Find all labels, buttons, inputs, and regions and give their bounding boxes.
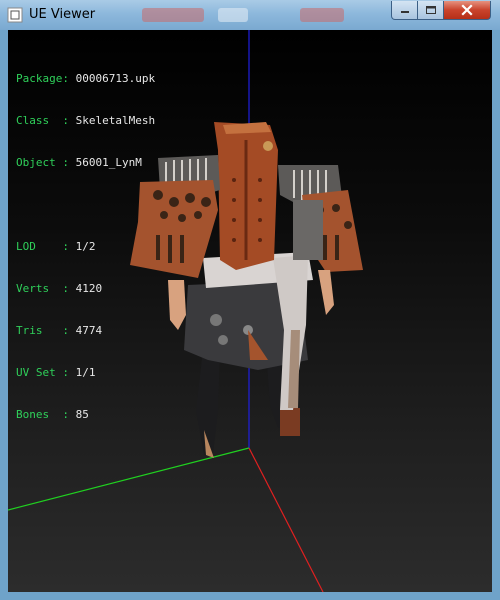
info-label: Bones : xyxy=(16,408,76,421)
info-label: Verts : xyxy=(16,282,76,295)
window-title: UE Viewer xyxy=(29,7,96,22)
info-value: 4120 xyxy=(75,282,103,295)
character-model xyxy=(130,122,363,458)
info-value: SkeletalMesh xyxy=(75,114,156,127)
info-label: Object : xyxy=(16,156,76,169)
title-glow-decoration xyxy=(142,8,204,22)
info-row-class: Class : SkeletalMesh xyxy=(16,114,155,128)
info-row-package: Package: 00006713.upk xyxy=(16,72,155,86)
info-value: 00006713.upk xyxy=(75,72,156,85)
info-value: 1/2 xyxy=(75,240,96,253)
info-row-object: Object : 56001_LynM xyxy=(16,156,155,170)
info-row-lod: LOD : 1/2 xyxy=(16,240,155,254)
info-row-bones: Bones : 85 xyxy=(16,408,155,422)
close-button[interactable] xyxy=(444,1,491,20)
mesh-info-panel: Package: 00006713.upk Class : SkeletalMe… xyxy=(16,44,155,450)
info-value: 85 xyxy=(75,408,89,421)
app-window: UE Viewer Package: 00006713.upk Class: … xyxy=(0,0,500,600)
info-value: 1/1 xyxy=(75,366,96,379)
close-icon xyxy=(461,4,473,16)
info-row-tris: Tris : 4774 xyxy=(16,324,155,338)
info-label: UV Set : xyxy=(16,366,76,379)
info-label: LOD : xyxy=(16,240,76,253)
info-label: Class : xyxy=(16,114,76,127)
info-value: 4774 xyxy=(75,324,103,337)
ue-viewer-icon xyxy=(7,7,23,23)
maximize-button[interactable] xyxy=(418,1,444,20)
info-label: Package: xyxy=(16,72,76,85)
minimize-button[interactable] xyxy=(391,1,418,20)
minimize-icon xyxy=(400,11,409,13)
title-glow-decoration xyxy=(218,8,248,22)
maximize-icon xyxy=(425,6,436,14)
info-row-verts: Verts : 4120 xyxy=(16,282,155,296)
info-label: Tris : xyxy=(16,324,76,337)
info-row-uvset: UV Set : 1/1 xyxy=(16,366,155,380)
title-bar[interactable]: UE Viewer xyxy=(0,0,500,30)
title-glow-decoration xyxy=(300,8,344,22)
render-viewport[interactable]: Package: 00006713.upk Class : SkeletalMe… xyxy=(8,30,492,592)
axis-x-line xyxy=(248,447,324,592)
info-value: 56001_LynM xyxy=(75,156,142,169)
